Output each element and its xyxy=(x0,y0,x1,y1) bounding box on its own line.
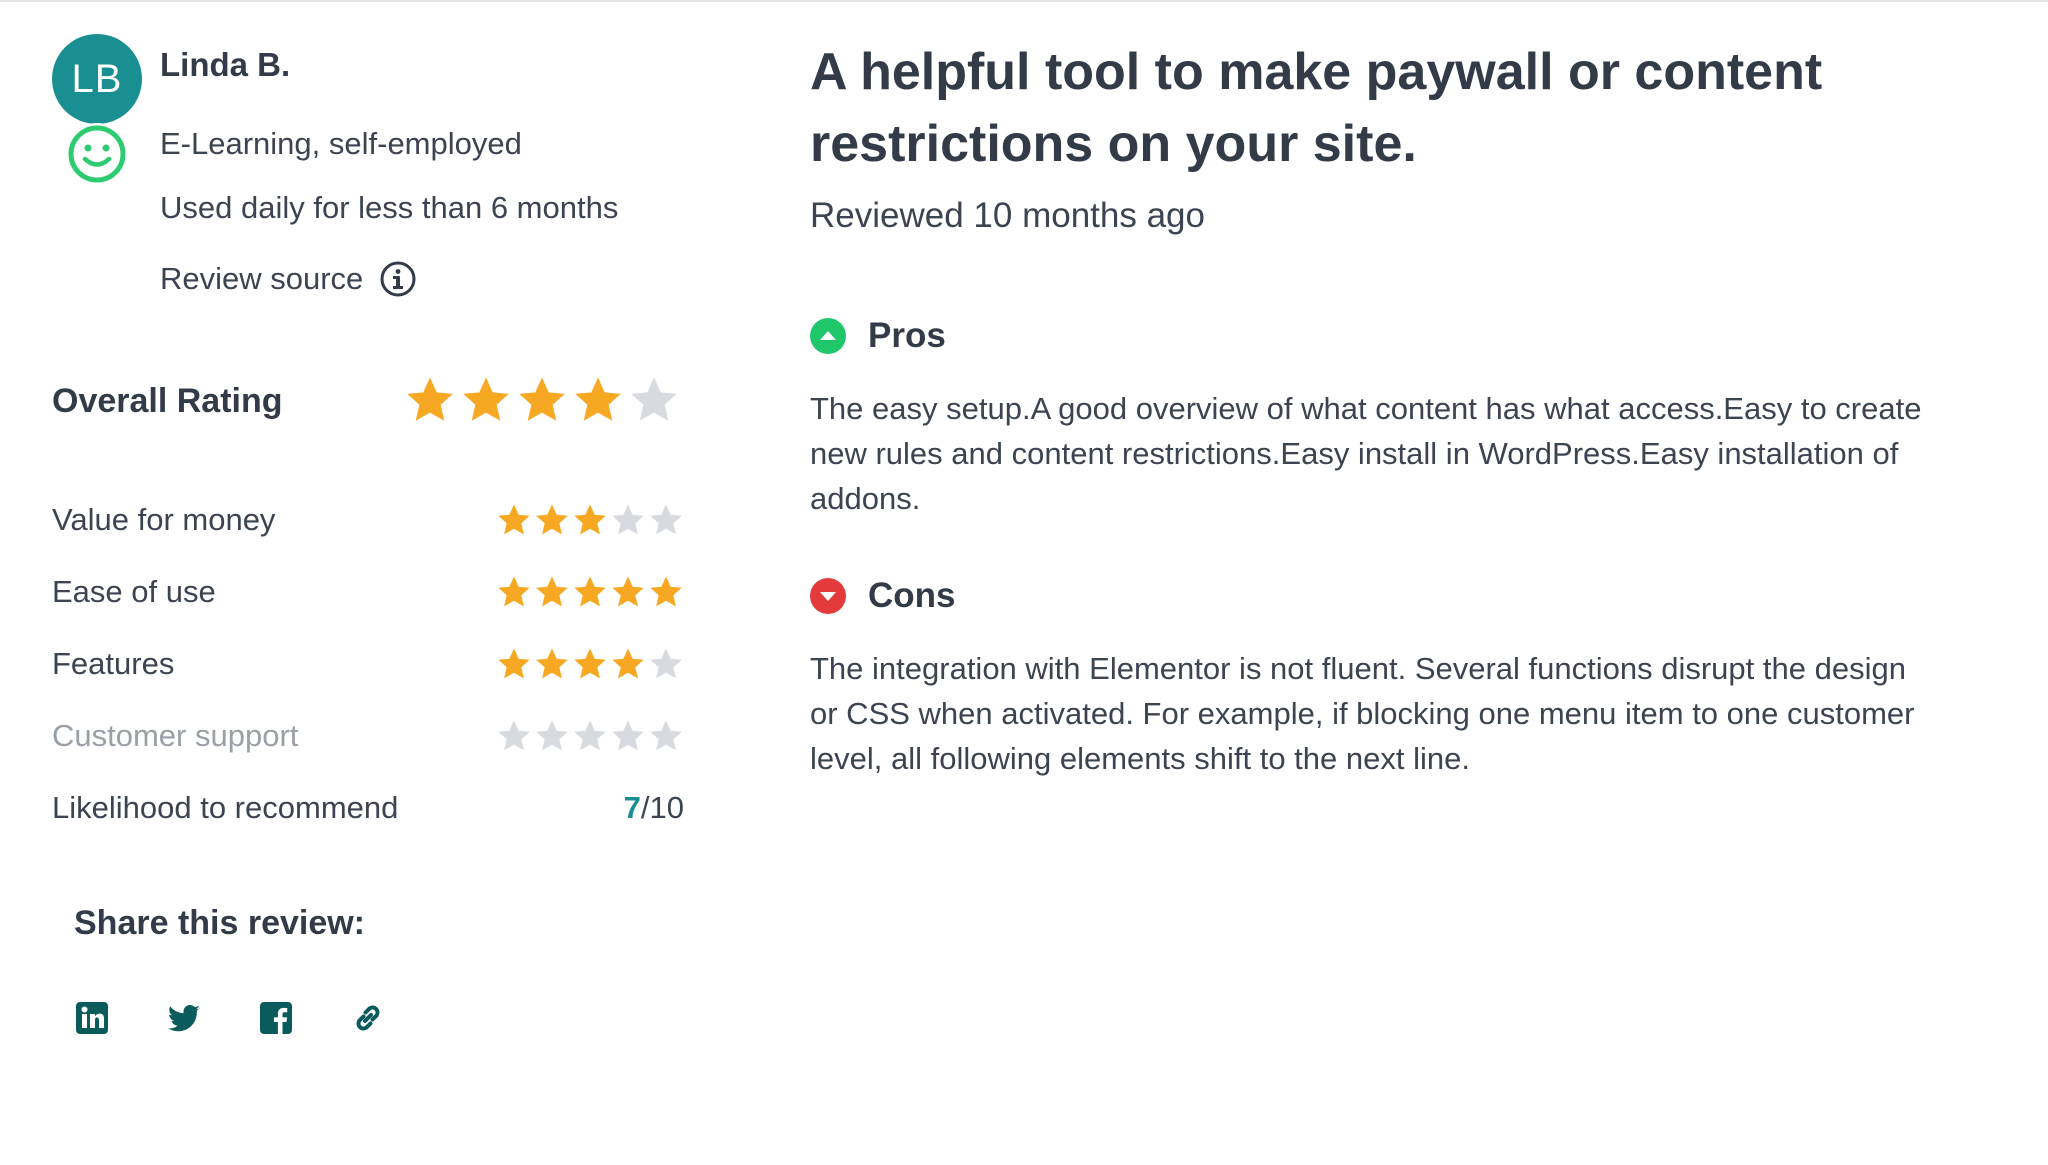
star-filled-icon xyxy=(574,504,606,535)
review-source-link[interactable]: Review source xyxy=(160,260,417,298)
rating-row-value-for-money: Value for money xyxy=(52,495,684,545)
star-filled-icon xyxy=(575,377,621,421)
twitter-icon[interactable] xyxy=(166,1000,202,1036)
recommend-score-value: 7 xyxy=(623,790,641,825)
chevron-down-icon xyxy=(810,578,846,614)
avatar-initials: LB xyxy=(71,56,123,101)
review-source-label: Review source xyxy=(160,261,364,296)
rating-row-customer-support: Customer support xyxy=(52,711,684,761)
chevron-up-icon xyxy=(810,318,846,354)
star-empty-icon xyxy=(574,720,606,751)
star-filled-icon xyxy=(650,576,682,607)
rating-row-ease-of-use: Ease of use xyxy=(52,567,684,617)
overall-rating-label: Overall Rating xyxy=(52,382,283,420)
rating-stars xyxy=(496,574,684,610)
star-empty-icon xyxy=(536,720,568,751)
cons-label: Cons xyxy=(868,576,956,615)
smiley-icon xyxy=(66,123,128,185)
review-date: Reviewed 10 months ago xyxy=(810,196,1205,235)
avatar: LB xyxy=(52,34,142,124)
pros-heading: Pros xyxy=(810,316,946,356)
rating-stars xyxy=(496,718,684,754)
cons-heading: Cons xyxy=(810,576,956,616)
star-empty-icon xyxy=(631,377,677,421)
star-filled-icon xyxy=(498,504,530,535)
star-filled-icon xyxy=(536,648,568,679)
pros-text: The easy setup.A good overview of what c… xyxy=(810,391,1922,516)
reviewer-name: Linda B. xyxy=(160,46,291,83)
rating-label: Ease of use xyxy=(52,574,216,609)
rating-label: Features xyxy=(52,646,175,681)
rating-label: Value for money xyxy=(52,502,276,537)
top-divider xyxy=(0,0,2048,2)
share-icons xyxy=(74,1000,386,1036)
star-empty-icon xyxy=(612,720,644,751)
reviewer-industry: E-Learning, self-employed xyxy=(160,126,522,161)
rating-stars xyxy=(496,502,684,538)
star-empty-icon xyxy=(650,648,682,679)
star-filled-icon xyxy=(463,377,509,421)
star-filled-icon xyxy=(519,377,565,421)
review-title: A helpful tool to make paywall or conten… xyxy=(810,43,1823,173)
rating-label: Customer support xyxy=(52,718,299,753)
star-filled-icon xyxy=(498,576,530,607)
linkedin-icon[interactable] xyxy=(74,1000,110,1036)
star-filled-icon xyxy=(574,576,606,607)
overall-rating-stars xyxy=(404,374,680,426)
star-filled-icon xyxy=(536,576,568,607)
star-empty-icon xyxy=(498,720,530,751)
star-filled-icon xyxy=(407,377,453,421)
reviewer-usage: Used daily for less than 6 months xyxy=(160,190,619,225)
pros-label: Pros xyxy=(868,316,946,355)
rating-stars xyxy=(496,646,684,682)
star-filled-icon xyxy=(574,648,606,679)
star-filled-icon xyxy=(498,648,530,679)
facebook-icon[interactable] xyxy=(258,1000,294,1036)
star-empty-icon xyxy=(612,504,644,535)
link-icon[interactable] xyxy=(350,1000,386,1036)
cons-text: The integration with Elementor is not fl… xyxy=(810,651,1915,776)
star-empty-icon xyxy=(650,504,682,535)
rating-label: Likelihood to recommend xyxy=(52,790,399,825)
star-filled-icon xyxy=(536,504,568,535)
info-icon[interactable] xyxy=(379,260,417,298)
rating-row-likelihood-to-recommend: Likelihood to recommend 7/10 xyxy=(52,783,684,833)
share-title: Share this review: xyxy=(74,904,366,942)
star-filled-icon xyxy=(612,648,644,679)
recommend-score-max: /10 xyxy=(640,790,684,825)
recommend-score: 7/10 xyxy=(624,790,684,826)
star-empty-icon xyxy=(650,720,682,751)
star-filled-icon xyxy=(612,576,644,607)
rating-row-features: Features xyxy=(52,639,684,689)
